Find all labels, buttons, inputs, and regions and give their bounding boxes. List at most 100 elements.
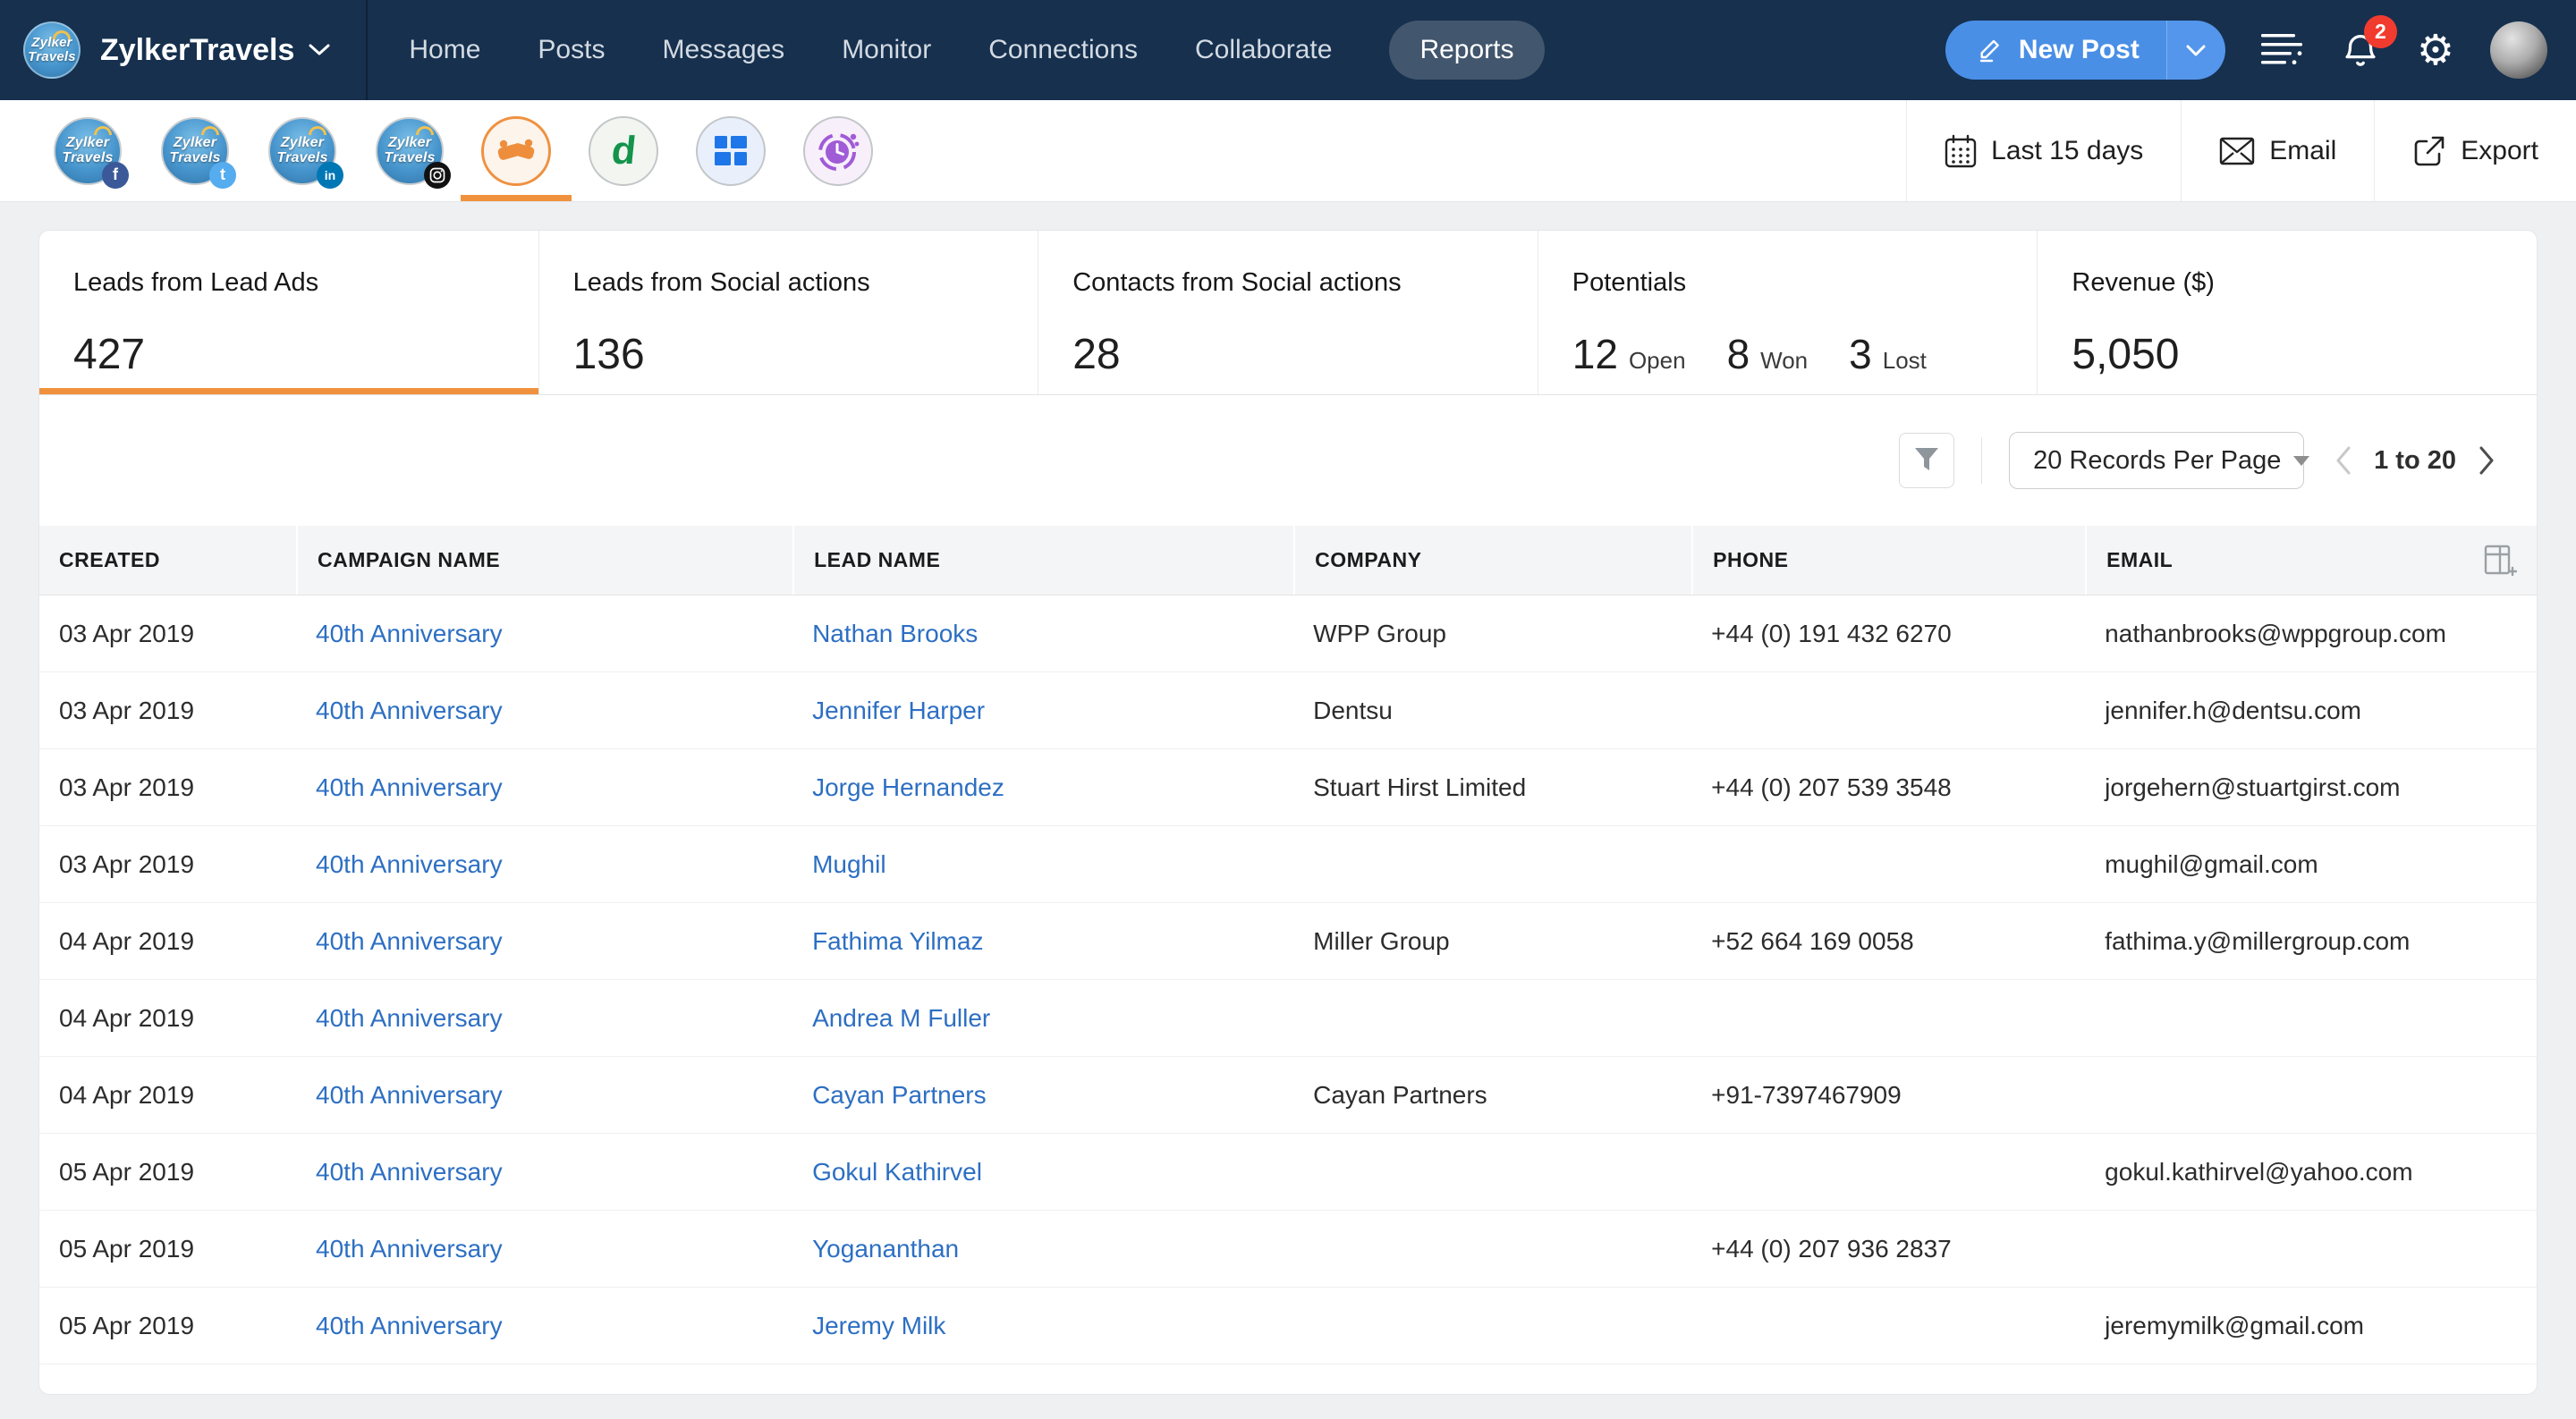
sun-icon (201, 126, 219, 135)
cell-phone: +91-7397467909 (1691, 1081, 2085, 1110)
filter-button[interactable] (1899, 433, 1954, 488)
column-header-company[interactable]: COMPANY (1293, 526, 1691, 595)
email-report-button[interactable]: Email (2181, 100, 2374, 201)
cell-lead-name[interactable]: Yogananthan (792, 1235, 1293, 1263)
nav-item-connections[interactable]: Connections (988, 35, 1138, 65)
chevron-down-icon (309, 44, 330, 56)
user-avatar[interactable] (2490, 21, 2547, 79)
column-header-lead-name[interactable]: LEAD NAME (792, 526, 1293, 595)
card-value: 28 (1072, 330, 1538, 379)
cell-lead-name[interactable]: Mughil (792, 850, 1293, 879)
channel-twitter[interactable]: ZylkerTravelst (161, 117, 229, 185)
cell-campaign[interactable]: 40th Anniversary (296, 1004, 792, 1033)
column-header-email[interactable]: EMAIL (2085, 526, 2537, 595)
new-post-main[interactable]: New Post (1945, 21, 2166, 80)
summary-card-revenue[interactable]: Revenue ($)5,050 (2037, 231, 2537, 394)
next-page-button[interactable] (2478, 445, 2496, 476)
cell-email: jorgehern@stuartgirst.com (2085, 773, 2537, 802)
tab-apps-grid[interactable] (696, 116, 766, 186)
summary-card-contacts-from-social-actions[interactable]: Contacts from Social actions 28 (1038, 231, 1538, 394)
new-post-label: New Post (2019, 35, 2140, 65)
cell-campaign[interactable]: 40th Anniversary (296, 1158, 792, 1187)
channel-avatar-text: Travels (276, 151, 327, 166)
table-row: 05 Apr 201940th AnniversaryJeremy Milk je… (39, 1288, 2537, 1364)
notifications-button[interactable]: 2 (2340, 30, 2381, 71)
card-title: Contacts from Social actions (1072, 268, 1538, 298)
cell-lead-name[interactable]: Nathan Brooks (792, 620, 1293, 648)
pager: 1 to 20 (2334, 445, 2496, 476)
twitter-icon: t (209, 162, 236, 189)
clock-icon (817, 130, 860, 173)
channel-instagram[interactable]: ZylkerTravels (376, 117, 444, 185)
card-title: Leads from Social actions (573, 268, 1038, 298)
tab-desk[interactable]: d (589, 116, 658, 186)
summary-card-leads-from-social-actions[interactable]: Leads from Social actions 136 (538, 231, 1038, 394)
date-range-button[interactable]: Last 15 days (1906, 100, 2181, 201)
nav-item-reports[interactable]: Reports (1389, 21, 1544, 80)
cell-lead-name[interactable]: Cayan Partners (792, 1081, 1293, 1110)
column-header-created[interactable]: CREATED (39, 526, 296, 595)
column-header-phone[interactable]: PHONE (1691, 526, 2085, 595)
notification-badge: 2 (2364, 15, 2397, 48)
nav-item-messages[interactable]: Messages (662, 35, 784, 65)
channel-facebook[interactable]: ZylkerTravelsf (54, 117, 122, 185)
cell-created: 03 Apr 2019 (39, 773, 296, 802)
new-post-dropdown[interactable] (2166, 21, 2225, 80)
cell-phone: +44 (0) 191 432 6270 (1691, 620, 2085, 648)
cell-lead-name[interactable]: Andrea M Fuller (792, 1004, 1293, 1033)
tab-timeline[interactable] (803, 116, 873, 186)
cell-email: gokul.kathirvel@yahoo.com (2085, 1158, 2537, 1187)
cell-lead-name[interactable]: Jennifer Harper (792, 697, 1293, 725)
cell-created: 03 Apr 2019 (39, 620, 296, 648)
cell-campaign[interactable]: 40th Anniversary (296, 773, 792, 802)
add-column-button[interactable] (2483, 544, 2517, 578)
previous-page-button[interactable] (2334, 445, 2352, 476)
nav-item-home[interactable]: Home (409, 35, 480, 65)
nav-item-collaborate[interactable]: Collaborate (1195, 35, 1332, 65)
cell-campaign[interactable]: 40th Anniversary (296, 1081, 792, 1110)
instagram-icon (424, 162, 451, 189)
cell-campaign[interactable]: 40th Anniversary (296, 1235, 792, 1263)
export-label: Export (2461, 136, 2538, 166)
settings-button[interactable]: ⚙ (2417, 30, 2454, 72)
stat-value: 3 (1849, 330, 1872, 378)
funnel-icon (1914, 447, 1939, 474)
table-body: 03 Apr 201940th AnniversaryNathan Brooks… (39, 595, 2537, 1364)
card-value: 136 (573, 330, 1038, 379)
nav-divider (366, 0, 368, 100)
cell-email: jeremymilk@gmail.com (2085, 1312, 2537, 1340)
table-row: 03 Apr 201940th AnniversaryJennifer Harp… (39, 672, 2537, 749)
feed-menu-button[interactable] (2261, 33, 2304, 67)
cell-email: jennifer.h@dentsu.com (2085, 697, 2537, 725)
page-range: 1 to 20 (2374, 446, 2456, 476)
cell-campaign[interactable]: 40th Anniversary (296, 927, 792, 956)
stat-value: 8 (1727, 330, 1750, 378)
cell-lead-name[interactable]: Gokul Kathirvel (792, 1158, 1293, 1187)
cell-campaign[interactable]: 40th Anniversary (296, 850, 792, 879)
desk-icon: d (609, 131, 638, 171)
facebook-icon: f (102, 162, 129, 189)
nav-item-monitor[interactable]: Monitor (842, 35, 931, 65)
cell-lead-name[interactable]: Fathima Yilmaz (792, 927, 1293, 956)
brand-switcher[interactable]: Zylker Travels ZylkerTravels (23, 21, 330, 79)
cell-created: 03 Apr 2019 (39, 850, 296, 879)
summary-card-leads-from-lead-ads[interactable]: Leads from Lead Ads427 (39, 231, 538, 394)
cell-campaign[interactable]: 40th Anniversary (296, 620, 792, 648)
cell-created: 05 Apr 2019 (39, 1312, 296, 1340)
export-button[interactable]: Export (2374, 100, 2576, 201)
channel-avatar-text: Travels (384, 151, 435, 166)
cell-campaign[interactable]: 40th Anniversary (296, 1312, 792, 1340)
summary-card-potentials[interactable]: Potentials12Open8Won3Lost (1538, 231, 2038, 394)
column-header-campaign-name[interactable]: CAMPAIGN NAME (296, 526, 792, 595)
tab-crm-leads[interactable] (481, 116, 551, 186)
cell-lead-name[interactable]: Jorge Hernandez (792, 773, 1293, 802)
table-row: 04 Apr 201940th AnniversaryFathima Yilma… (39, 903, 2537, 980)
nav-item-posts[interactable]: Posts (538, 35, 605, 65)
channel-linkedin[interactable]: ZylkerTravelsin (268, 117, 336, 185)
records-per-page-select[interactable]: 20 Records Per Page (2009, 432, 2304, 489)
new-post-button[interactable]: New Post (1945, 21, 2225, 80)
cell-campaign[interactable]: 40th Anniversary (296, 697, 792, 725)
list-controls: 20 Records Per Page 1 to 20 (39, 395, 2537, 526)
cell-lead-name[interactable]: Jeremy Milk (792, 1312, 1293, 1340)
channel-list: ZylkerTravelsf ZylkerTravelst ZylkerTravel… (54, 117, 444, 185)
